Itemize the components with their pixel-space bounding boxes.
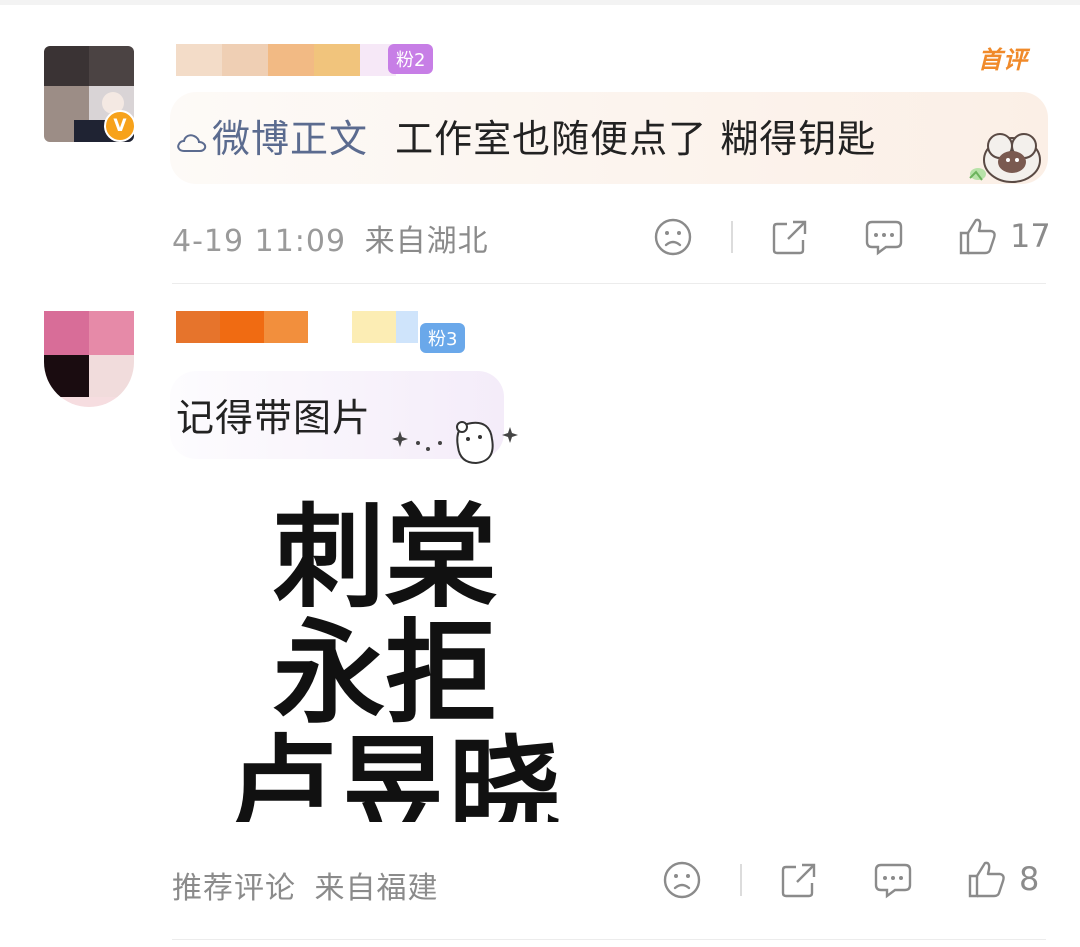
comment-text: 微博正文 工作室也随便点了 糊得钥匙: [176, 108, 876, 163]
repost-button[interactable]: [780, 861, 818, 899]
frown-face-icon: [663, 861, 701, 899]
like-button[interactable]: 8: [967, 859, 1039, 899]
comment-item: 粉3 记得带图片 刺棠 永拒 卢昱晓 推荐评论 来自福建 8: [0, 285, 1080, 947]
fan-level-badge: 粉3: [420, 323, 466, 353]
like-count: 8: [1019, 860, 1040, 898]
location: 来自福建: [314, 871, 439, 906]
comment-icon: [865, 220, 903, 256]
timestamp: 4-19 11:09: [172, 224, 347, 259]
avatar[interactable]: [44, 311, 134, 407]
fan-level-badge: 粉2: [388, 44, 434, 74]
image-text-line: 刺棠: [273, 500, 497, 623]
thumbs-up-icon: [968, 861, 1005, 898]
comment-body: 记得带图片: [176, 396, 372, 440]
sheep-sticker-icon: [969, 133, 1041, 183]
username-blurred[interactable]: [176, 44, 396, 76]
recommended-tag: 推荐评论: [172, 871, 296, 906]
link-label[interactable]: 微博正文: [212, 117, 368, 161]
comment-divider: [172, 939, 1046, 940]
dislike-button[interactable]: [663, 861, 701, 899]
repost-button[interactable]: [771, 218, 809, 256]
cloud-link-icon: [177, 133, 207, 152]
comment-button[interactable]: [873, 861, 913, 899]
comment-button[interactable]: [864, 218, 904, 256]
weibo-link[interactable]: 微博正文: [176, 117, 381, 161]
comment-icon: [874, 863, 912, 899]
dislike-button[interactable]: [654, 218, 692, 256]
attached-image[interactable]: 刺棠 永拒 卢昱晓: [225, 500, 565, 822]
repost-icon: [781, 863, 816, 898]
comment-meta: 4-19 11:09 来自湖北: [172, 216, 489, 260]
location: 来自湖北: [364, 224, 489, 259]
comment-meta: 推荐评论 来自福建: [172, 863, 439, 907]
action-divider: [740, 864, 742, 896]
bear-sticker-icon: [392, 421, 518, 465]
comment-divider: [172, 283, 1046, 284]
image-text-line: 卢昱晓: [225, 725, 561, 822]
first-comment-badge: 首评: [978, 46, 1028, 74]
comment-body: 工作室也随便点了 糊得钥匙: [395, 117, 877, 161]
action-divider: [731, 221, 733, 253]
frown-face-icon: [654, 218, 692, 256]
image-text-line: 永拒: [273, 609, 497, 739]
verified-badge: V: [104, 110, 136, 142]
username-blurred[interactable]: [176, 311, 418, 343]
thumbs-up-icon: [959, 218, 996, 255]
repost-icon: [772, 220, 807, 255]
like-button[interactable]: 17: [958, 216, 1051, 256]
like-count: 17: [1010, 217, 1051, 255]
comment-item: V 粉2 首评 微博正文 工作室也随便点了 糊得钥匙 4-19 11:09 来自…: [0, 0, 1080, 285]
